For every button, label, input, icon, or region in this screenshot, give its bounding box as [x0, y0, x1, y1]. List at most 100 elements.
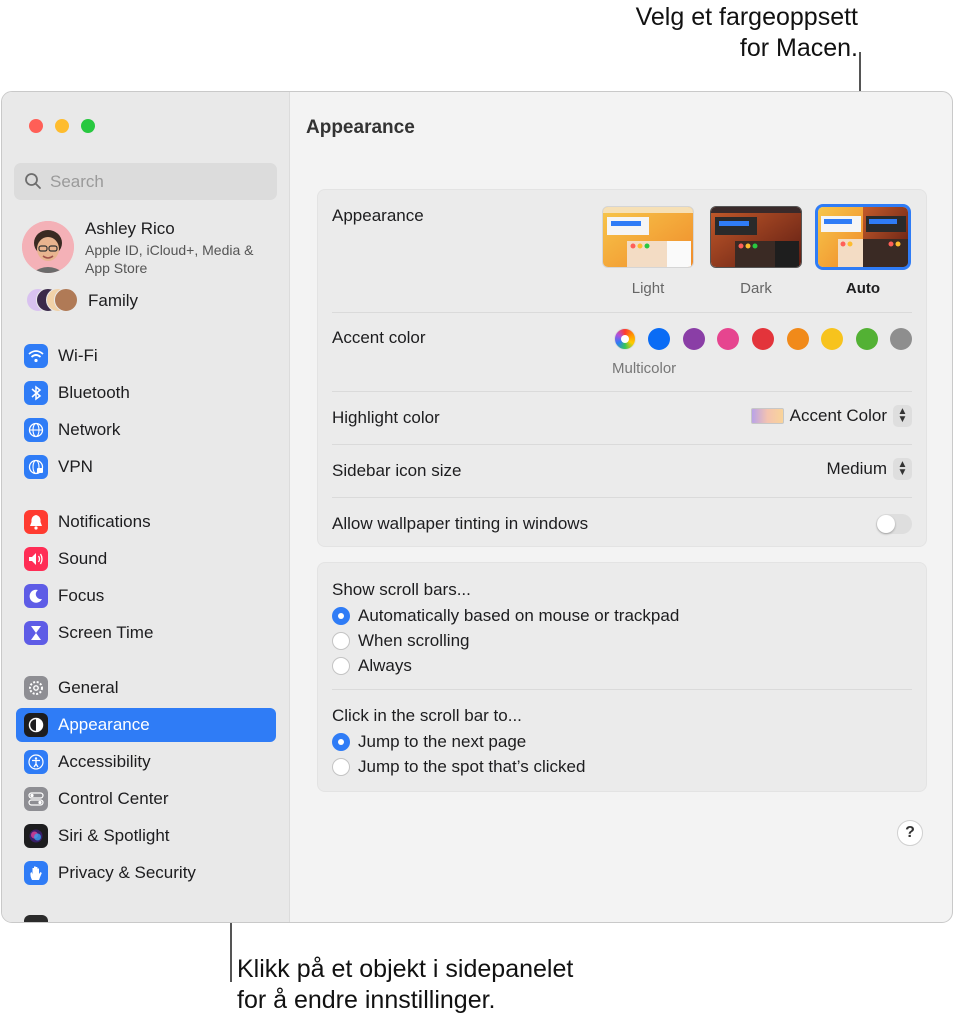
- sidebar-icon-size-value: Medium: [826, 459, 887, 478]
- sidebar-item-label: Screen Time: [58, 623, 154, 642]
- sidebar-item-screen-time[interactable]: Screen Time: [16, 616, 276, 650]
- highlight-swatch: [750, 408, 784, 424]
- profile-name: Ashley Rico: [85, 219, 175, 238]
- family-label: Family: [88, 291, 139, 310]
- scroll-bars-when-scrolling-radio[interactable]: [332, 632, 350, 650]
- wallpaper-tinting-toggle[interactable]: [876, 514, 912, 534]
- bell-icon: [24, 510, 48, 534]
- appearance-auto-label: Auto: [845, 280, 881, 297]
- row-divider: [332, 689, 912, 690]
- scroll-bars-always-radio[interactable]: [332, 657, 350, 675]
- bluetooth-icon: [24, 381, 48, 405]
- accent-swatch-orange[interactable]: [787, 328, 809, 350]
- sidebar-item-label: Sound: [58, 549, 108, 568]
- scroll-bars-auto-label: Automatically based on mouse or trackpad: [358, 606, 680, 625]
- appearance-light-label: Light: [631, 280, 665, 297]
- sidebar-item-focus[interactable]: Focus: [16, 579, 276, 613]
- row-divider: [332, 497, 912, 498]
- sidebar-item-label: General: [58, 678, 119, 697]
- callout-top-line2: for Macen.: [739, 34, 858, 62]
- sidebar-item-bluetooth[interactable]: Bluetooth: [16, 376, 276, 410]
- sidebar-item-privacy-security[interactable]: Privacy & Security: [16, 856, 276, 890]
- sidebar-item-general[interactable]: General: [16, 671, 276, 705]
- popup-chevron-icon: ▲ ▼: [893, 458, 912, 480]
- sidebar-item-sound[interactable]: Sound: [16, 542, 276, 576]
- sidebar-item-wifi[interactable]: Wi-Fi: [16, 339, 276, 373]
- appearance-option-light[interactable]: [602, 206, 694, 268]
- sidebar-item-label: Wi-Fi: [58, 346, 98, 365]
- callout-bottom: Klikk på et objekt i sidepanelet for å e…: [237, 954, 573, 1016]
- help-button[interactable]: ?: [897, 820, 923, 846]
- gear-icon: [24, 676, 48, 700]
- sidebar-item-network[interactable]: Network: [16, 413, 276, 447]
- callout-top-line1: Velg et fargeoppsett: [635, 3, 858, 31]
- hand-icon: [24, 861, 48, 885]
- sidebar: Search Ashley Rico Apple ID, iCloud+, Me…: [2, 92, 290, 922]
- highlight-color-value: Accent Color: [789, 406, 887, 425]
- sidebar-item-label: Privacy & Security: [58, 863, 196, 882]
- sidebar-item-control-center[interactable]: Control Center: [16, 782, 276, 816]
- accent-swatch-green[interactable]: [856, 328, 878, 350]
- family-avatars-icon: [26, 288, 78, 314]
- sidebar-icon-size-popup[interactable]: Medium ▲ ▼: [827, 458, 912, 480]
- popup-chevron-icon: ▲ ▼: [893, 405, 912, 427]
- page-title: Appearance: [306, 117, 415, 138]
- sidebar-item-notifications[interactable]: Notifications: [16, 505, 276, 539]
- toggle-knob: [877, 515, 895, 533]
- accent-swatch-blue[interactable]: [648, 328, 670, 350]
- sidebar-item-label: Siri & Spotlight: [58, 826, 170, 845]
- main-pane: Appearance Appearance Light Dark Auto Ac…: [290, 92, 952, 922]
- avatar: [22, 221, 74, 273]
- search-field[interactable]: Search: [14, 163, 277, 200]
- minimize-window-button[interactable]: [55, 119, 69, 133]
- desktop-dock-icon: [24, 915, 48, 922]
- scroll-bar-settings-group: Show scroll bars... Automatically based …: [317, 562, 927, 792]
- accent-swatch-multicolor[interactable]: [614, 328, 636, 350]
- apple-id-profile[interactable]: Ashley Rico Apple ID, iCloud+, Media & A…: [22, 219, 282, 279]
- scroll-bars-auto-radio[interactable]: [332, 607, 350, 625]
- accent-swatch-red[interactable]: [752, 328, 774, 350]
- sidebar-item-label: Accessibility: [58, 752, 151, 771]
- sidebar-item-partial[interactable]: [16, 910, 276, 922]
- accent-swatch-pink[interactable]: [717, 328, 739, 350]
- sidebar-item-accessibility[interactable]: Accessibility: [16, 745, 276, 779]
- appearance-option-dark[interactable]: [710, 206, 802, 268]
- appearance-option-auto[interactable]: [815, 204, 911, 270]
- sidebar-item-appearance[interactable]: Appearance: [16, 708, 276, 742]
- click-jump-to-spot-label: Jump to the spot that’s clicked: [358, 757, 586, 776]
- appearance-dark-label: Dark: [740, 280, 772, 297]
- accent-swatch-yellow[interactable]: [821, 328, 843, 350]
- click-jump-next-page-radio[interactable]: [332, 733, 350, 751]
- control-center-icon: [24, 787, 48, 811]
- row-divider: [332, 444, 912, 445]
- sidebar-item-label: VPN: [58, 457, 93, 476]
- sidebar-item-label: Appearance: [58, 715, 150, 734]
- show-scroll-bars-label: Show scroll bars...: [332, 580, 471, 599]
- accent-color-label: Accent color: [332, 328, 426, 347]
- appearance-row-label: Appearance: [332, 206, 424, 225]
- sidebar-item-label: Bluetooth: [58, 383, 130, 402]
- click-jump-to-spot-radio[interactable]: [332, 758, 350, 776]
- sidebar-item-siri-spotlight[interactable]: Siri & Spotlight: [16, 819, 276, 853]
- row-divider: [332, 312, 912, 313]
- sidebar-item-label: Network: [58, 420, 121, 439]
- settings-window: Search Ashley Rico Apple ID, iCloud+, Me…: [1, 91, 953, 923]
- wifi-icon: [24, 344, 48, 368]
- click-scroll-bar-label: Click in the scroll bar to...: [332, 706, 522, 725]
- zoom-window-button[interactable]: [81, 119, 95, 133]
- sidebar-item-family[interactable]: Family: [26, 288, 276, 314]
- accent-swatch-purple[interactable]: [683, 328, 705, 350]
- highlight-color-popup[interactable]: Accent Color ▲ ▼: [750, 405, 912, 427]
- accent-swatch-graphite[interactable]: [890, 328, 912, 350]
- scroll-bars-when-scrolling-label: When scrolling: [358, 631, 470, 650]
- moon-icon: [24, 584, 48, 608]
- sidebar-icon-size-label: Sidebar icon size: [332, 461, 462, 480]
- close-window-button[interactable]: [29, 119, 43, 133]
- wallpaper-tinting-label: Allow wallpaper tinting in windows: [332, 514, 589, 533]
- click-jump-next-page-label: Jump to the next page: [358, 732, 527, 751]
- sidebar-item-label: Notifications: [58, 512, 151, 531]
- vpn-globe-icon: [24, 455, 48, 479]
- sidebar-item-label: Control Center: [58, 789, 169, 808]
- sidebar-item-vpn[interactable]: VPN: [16, 450, 276, 484]
- siri-icon: [24, 824, 48, 848]
